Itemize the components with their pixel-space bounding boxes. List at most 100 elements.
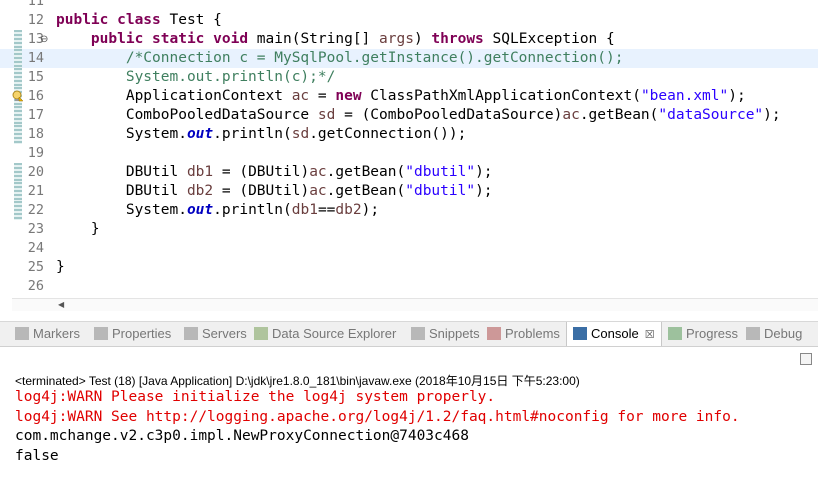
code-line[interactable]: 23 } <box>0 220 818 239</box>
code-token: ); <box>728 88 746 104</box>
problems-icon <box>487 327 501 340</box>
code-line[interactable]: 20 DBUtil db1 = (DBUtil)ac.getBean("dbut… <box>0 163 818 182</box>
line-number: 23 <box>27 221 44 237</box>
code-line[interactable]: 12 public class Test { <box>0 11 818 30</box>
warning-lightbulb-icon[interactable] <box>12 90 24 102</box>
code-line[interactable]: 18 System.out.println(sd.getConnection()… <box>0 125 818 144</box>
line-number: 14 <box>27 50 44 66</box>
code-token: ); <box>361 202 380 218</box>
code-text[interactable]: System.out.println(c);*/ <box>56 68 336 87</box>
code-token: DBUtil <box>56 183 187 199</box>
code-text[interactable]: DBUtil db1 = (DBUtil)ac.getBean("dbutil"… <box>56 163 493 182</box>
tab-progress[interactable]: Progress <box>668 322 738 346</box>
code-token: ) <box>413 31 432 47</box>
line-number: 11 <box>27 0 44 9</box>
code-text[interactable]: } <box>56 220 100 239</box>
code-token: public static void <box>90 31 249 47</box>
tab-label: Markers <box>33 326 80 341</box>
code-token: db1 <box>186 164 214 180</box>
line-number: 22 <box>27 202 44 218</box>
servers-icon <box>184 327 198 340</box>
tab-console[interactable]: Console ☒ <box>566 322 662 346</box>
line-number: 19 <box>27 145 44 161</box>
code-line[interactable]: 19 <box>0 144 818 163</box>
code-token: ac <box>562 107 580 123</box>
console-icon <box>573 327 587 340</box>
tab-snippets[interactable]: Snippets <box>411 322 480 346</box>
tab-properties[interactable]: Properties <box>94 322 171 346</box>
code-token: db2 <box>186 183 214 199</box>
code-token: sd <box>317 107 336 123</box>
code-token: ); <box>475 183 493 199</box>
tab-label: Progress <box>686 326 739 341</box>
horizontal-scrollbar[interactable]: ◀ <box>12 298 818 311</box>
snippets-icon <box>411 327 425 340</box>
code-token: ApplicationContext <box>56 88 292 104</box>
code-text[interactable]: System.out.println(sd.getConnection()); <box>56 125 467 144</box>
code-line[interactable]: 16 ApplicationContext ac = new ClassPath… <box>0 87 818 106</box>
tab-data-source-explorer[interactable]: Data Source Explorer <box>254 322 396 346</box>
tab-problems[interactable]: Problems <box>487 322 560 346</box>
console-error-line: log4j:WARN See http://logging.apache.org… <box>15 408 740 425</box>
code-token: .getBean( <box>326 164 406 180</box>
code-token: out <box>186 202 214 218</box>
fold-toggle-icon[interactable]: ⊖ <box>40 30 48 49</box>
code-token: .println( <box>213 126 292 142</box>
code-line[interactable]: 26 <box>0 277 818 296</box>
code-token: } <box>56 259 65 275</box>
line-number: 25 <box>27 259 44 275</box>
code-line[interactable]: 13 ⊖ public static void main(String[] arg… <box>0 30 818 49</box>
properties-icon <box>94 327 108 340</box>
code-line[interactable]: 11 <box>0 0 818 11</box>
tab-servers[interactable]: Servers <box>184 322 247 346</box>
code-token: new <box>335 88 362 104</box>
tab-markers[interactable]: Markers <box>15 322 80 346</box>
code-token: db2 <box>335 202 362 218</box>
code-line[interactable]: 24 <box>0 239 818 258</box>
code-token: "dataSource" <box>658 107 764 123</box>
console-error-line: log4j:WARN Please initialize the log4j s… <box>15 389 496 405</box>
code-text[interactable]: System.out.println(db1==db2); <box>56 201 379 220</box>
code-line[interactable]: 22 System.out.println(db1==db2); <box>0 201 818 220</box>
progress-icon <box>668 327 682 340</box>
close-icon[interactable]: ☒ <box>645 329 655 341</box>
code-token: DBUtil <box>56 164 187 180</box>
code-text[interactable]: ComboPooledDataSource sd = (ComboPooledD… <box>56 106 781 125</box>
line-number: 24 <box>27 240 44 256</box>
code-token: ); <box>763 107 781 123</box>
tab-label: Data Source Explorer <box>272 326 397 341</box>
line-number: 20 <box>27 164 44 180</box>
code-text[interactable]: public class Test { <box>56 11 222 30</box>
panel-divider <box>0 311 818 322</box>
code-token: Test { <box>160 12 222 28</box>
code-token: System. <box>56 126 187 142</box>
code-token: ); <box>475 164 493 180</box>
code-token: ac <box>309 164 327 180</box>
code-token: = (DBUtil) <box>213 183 310 199</box>
console-toolbar-button[interactable] <box>800 353 812 365</box>
scroll-left-icon[interactable]: ◀ <box>58 299 64 311</box>
code-line[interactable]: 15 System.out.println(c);*/ <box>0 68 818 87</box>
code-text[interactable]: ApplicationContext ac = new ClassPathXml… <box>56 87 746 106</box>
data-source-explorer-icon <box>254 327 268 340</box>
code-text[interactable]: } <box>56 258 65 277</box>
code-token: .getBean( <box>326 183 406 199</box>
code-line[interactable]: 21 DBUtil db2 = (DBUtil)ac.getBean("dbut… <box>0 182 818 201</box>
code-token: out <box>186 126 214 142</box>
code-text[interactable]: /*Connection c = MySqlPool.getInstance()… <box>56 49 624 68</box>
line-number: 26 <box>27 278 44 294</box>
code-text[interactable]: DBUtil db2 = (DBUtil)ac.getBean("dbutil"… <box>56 182 493 201</box>
code-token: .getConnection()); <box>309 126 467 142</box>
tab-debug[interactable]: Debug <box>746 322 802 346</box>
code-editor[interactable]: 11 12 public class Test {13 ⊖ public static… <box>0 0 818 297</box>
code-token: args <box>379 31 414 47</box>
code-line[interactable]: 25} <box>0 258 818 277</box>
code-token: SQLException { <box>483 31 615 47</box>
code-line[interactable]: 14 /*Connection c = MySqlPool.getInstanc… <box>0 49 818 68</box>
code-token: /*Connection c = MySqlPool.getInstance()… <box>56 50 624 66</box>
console-view[interactable]: <terminated> Test (18) [Java Application… <box>0 347 818 487</box>
code-line[interactable]: 17 ComboPooledDataSource sd = (ComboPool… <box>0 106 818 125</box>
code-text[interactable]: public static void main(String[] args) t… <box>56 30 615 49</box>
code-token: == <box>317 202 336 218</box>
